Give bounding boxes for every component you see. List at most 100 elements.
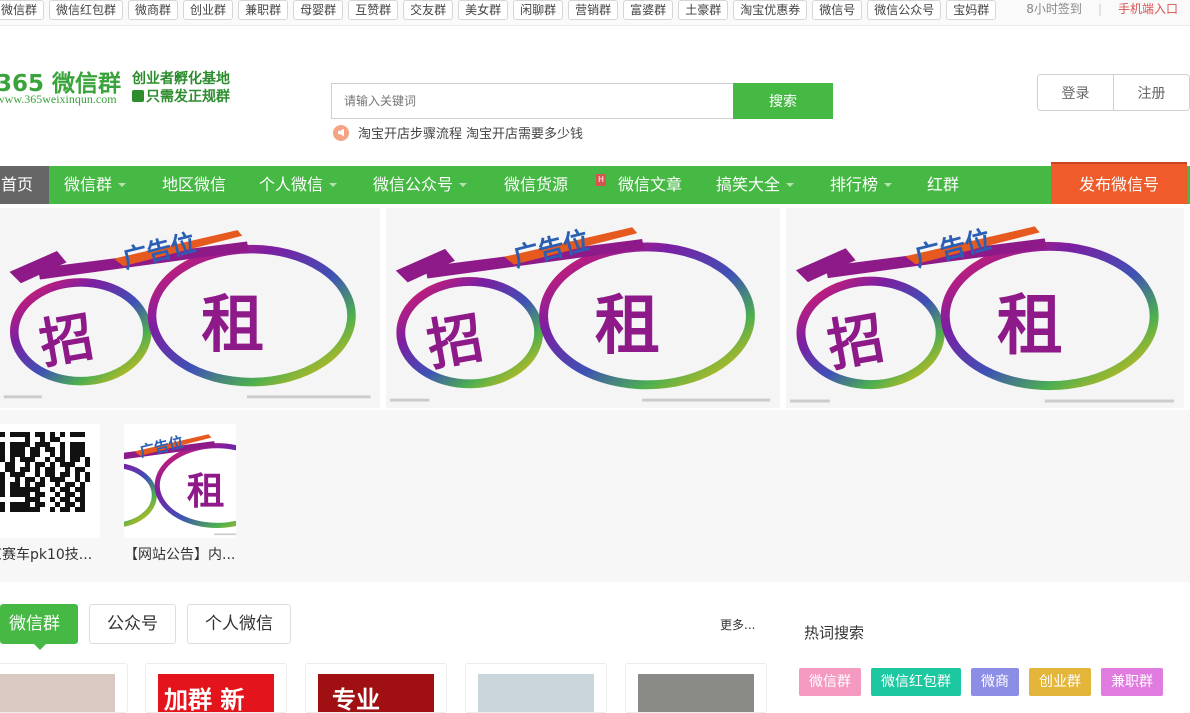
for-rent-ad-graphic: 广告位招租 bbox=[789, 224, 1175, 403]
nav-item-supply[interactable]: 微信货源 bbox=[504, 166, 568, 204]
tab-personal[interactable]: 个人微信 bbox=[187, 604, 291, 644]
svg-text:租: 租 bbox=[595, 288, 660, 363]
group-tag[interactable]: 微信公众号 bbox=[867, 0, 942, 20]
ad-banners: 广告位招租 广告位招租 广告位招租 bbox=[0, 208, 1190, 408]
qr-module bbox=[50, 507, 55, 512]
check-icon bbox=[132, 90, 144, 102]
nav-label: 微信群 bbox=[64, 175, 113, 194]
card-title: 【网站公告】内... bbox=[124, 547, 236, 563]
ad-thumbnail: 广告位招租 bbox=[124, 424, 236, 538]
nav-item-wechat-group[interactable]: 微信群 bbox=[64, 166, 127, 204]
qr-module bbox=[40, 482, 45, 487]
thumbnail-text: 加群 新 bbox=[164, 686, 245, 713]
thumbnail-image bbox=[478, 674, 594, 712]
qr-module bbox=[35, 507, 40, 512]
search-button[interactable]: 搜索 bbox=[733, 83, 833, 119]
publish-wechat-button[interactable]: 发布微信号 bbox=[1051, 162, 1187, 204]
hot-link[interactable]: 淘宝开店步骤流程 bbox=[358, 123, 462, 142]
group-tag[interactable]: 母婴群 bbox=[293, 0, 344, 20]
ad-banner[interactable]: 广告位招租 bbox=[386, 208, 780, 408]
group-tag[interactable]: 兼职群 bbox=[238, 0, 289, 20]
search-bar: 搜索 bbox=[331, 83, 833, 119]
hot-search-tag[interactable]: 兼职群 bbox=[1101, 668, 1163, 696]
login-button[interactable]: 登录 bbox=[1038, 75, 1113, 110]
group-tag[interactable]: 土豪群 bbox=[678, 0, 729, 20]
qr-module bbox=[60, 432, 65, 437]
tab-wechat-group[interactable]: 微信群 bbox=[0, 604, 78, 650]
group-tag[interactable]: 微信群 bbox=[0, 0, 45, 20]
qr-module bbox=[80, 507, 85, 512]
chevron-down-icon bbox=[329, 183, 338, 187]
qr-module bbox=[85, 462, 90, 467]
group-thumbnail[interactable] bbox=[625, 663, 767, 713]
nav-item-ranking[interactable]: 排行榜 bbox=[830, 166, 893, 204]
featured-card[interactable]: 广告位招租 【网站公告】内... bbox=[124, 424, 242, 564]
group-tag[interactable]: 交友群 bbox=[403, 0, 454, 20]
nav-item-red-group[interactable]: 红群 bbox=[927, 166, 959, 204]
svg-text:招: 招 bbox=[35, 306, 98, 376]
thumbnail-image: 加群 新 bbox=[158, 674, 274, 713]
hot-search-tag[interactable]: 创业群 bbox=[1029, 668, 1091, 696]
nav-item-region[interactable]: 地区微信 bbox=[162, 166, 226, 204]
hot-search-title: 热词搜索 bbox=[804, 624, 865, 642]
for-rent-ad-graphic: 广告位招租 bbox=[389, 225, 771, 402]
tab-official-account[interactable]: 公众号 bbox=[89, 604, 176, 644]
qr-module bbox=[80, 432, 85, 437]
qr-module bbox=[65, 472, 70, 477]
for-rent-ad-graphic: 广告位招租 bbox=[124, 433, 236, 536]
nav-label: 排行榜 bbox=[830, 175, 879, 194]
qr-code-image bbox=[0, 424, 100, 538]
slogan-line-1: 创业者孵化基地 bbox=[132, 71, 230, 87]
hot-search-tag[interactable]: 微商 bbox=[971, 668, 1019, 696]
nav-item-personal[interactable]: 个人微信 bbox=[259, 166, 338, 204]
nav-item-official-account[interactable]: 微信公众号 bbox=[373, 166, 468, 204]
qr-module bbox=[40, 492, 45, 497]
mobile-entry-link[interactable]: 手机端入口 bbox=[1118, 0, 1178, 20]
ad-banner[interactable]: 广告位招租 bbox=[786, 208, 1184, 408]
svg-text:招: 招 bbox=[124, 479, 125, 522]
hot-search-tag[interactable]: 微信群 bbox=[799, 668, 861, 696]
ad-banner[interactable]: 广告位招租 bbox=[0, 208, 380, 408]
group-tag[interactable]: 淘宝优惠券 bbox=[733, 0, 808, 20]
group-thumbnail[interactable] bbox=[0, 663, 128, 713]
group-tag[interactable]: 创业群 bbox=[183, 0, 234, 20]
slogan-line-2: 只需发正规群 bbox=[132, 86, 230, 106]
group-tag[interactable]: 互赞群 bbox=[348, 0, 399, 20]
nav-label: 搞笑大全 bbox=[716, 175, 781, 194]
group-tag[interactable]: 宝妈群 bbox=[946, 0, 997, 20]
nav-label: 个人微信 bbox=[259, 175, 324, 194]
thumbnail-image bbox=[638, 674, 754, 712]
nav-item-articles[interactable]: 微信文章 bbox=[618, 166, 682, 204]
site-logo[interactable]: 365 微信群 www.365weixinqun.com 创业者孵化基地 只需发… bbox=[0, 64, 236, 110]
qr-module bbox=[40, 502, 45, 507]
svg-text:租: 租 bbox=[997, 288, 1063, 364]
svg-text:租: 租 bbox=[187, 469, 225, 513]
hot-search-tags: 微信群 微信红包群 微商 创业群 兼职群 bbox=[799, 668, 1163, 696]
hot-badge: H bbox=[596, 174, 606, 186]
group-tag[interactable]: 微信红包群 bbox=[49, 0, 124, 20]
hot-link[interactable]: 淘宝开店需要多少钱 bbox=[466, 123, 583, 142]
featured-card[interactable]: 京赛车pk10技... bbox=[0, 424, 106, 564]
group-tag[interactable]: 营销群 bbox=[568, 0, 619, 20]
main-nav: 首页 微信群 地区微信 个人微信 微信公众号 微信货源 H 微信文章 搞笑大全 … bbox=[0, 166, 1190, 204]
nav-home[interactable]: 首页 bbox=[0, 166, 49, 204]
group-thumbnail[interactable]: 专业 bbox=[305, 663, 447, 713]
group-tag[interactable]: 富婆群 bbox=[623, 0, 674, 20]
qr-module bbox=[0, 507, 5, 512]
group-tag[interactable]: 闲聊群 bbox=[513, 0, 564, 20]
hot-search-tag[interactable]: 微信红包群 bbox=[871, 668, 961, 696]
sign-in-link[interactable]: 8小时签到 bbox=[1026, 0, 1082, 20]
more-link[interactable]: 更多... bbox=[720, 616, 755, 633]
category-tabs: 微信群 公众号 个人微信 bbox=[0, 604, 291, 650]
search-input[interactable] bbox=[331, 83, 733, 119]
chevron-down-icon bbox=[786, 183, 795, 187]
thumbnail-image: 专业 bbox=[318, 674, 434, 712]
group-thumbnail[interactable] bbox=[465, 663, 607, 713]
group-tag[interactable]: 微信号 bbox=[812, 0, 863, 20]
group-tag[interactable]: 微商群 bbox=[128, 0, 179, 20]
group-tag[interactable]: 美女群 bbox=[458, 0, 509, 20]
group-thumbnail[interactable]: 加群 新 bbox=[145, 663, 287, 713]
nav-item-funny[interactable]: 搞笑大全 bbox=[716, 166, 795, 204]
separator: | bbox=[1097, 2, 1102, 16]
register-button[interactable]: 注册 bbox=[1113, 75, 1189, 110]
